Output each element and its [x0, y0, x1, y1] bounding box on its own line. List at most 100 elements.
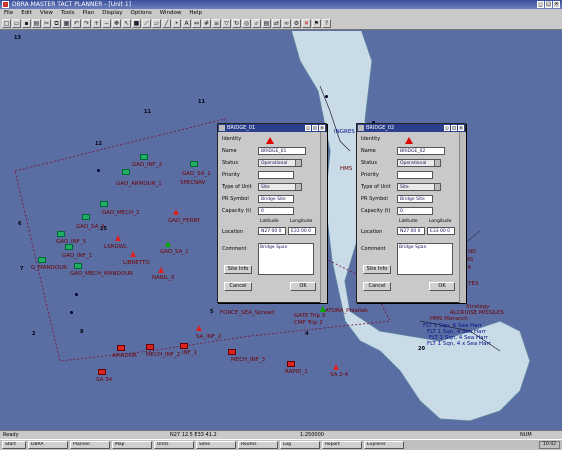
menu-file[interactable]: File: [4, 9, 13, 18]
taskbar-item[interactable]: Explorer: [364, 441, 404, 449]
pan-icon[interactable]: ✥: [112, 19, 121, 28]
unit-symbol[interactable]: [140, 154, 148, 160]
area-icon[interactable]: ▱: [152, 19, 161, 28]
status-select[interactable]: Operational: [258, 159, 302, 167]
paste-icon[interactable]: ▦: [62, 19, 71, 28]
unit-symbol[interactable]: [65, 244, 73, 250]
flag-icon[interactable]: ⚑: [312, 19, 321, 28]
save-icon[interactable]: ▪: [22, 19, 31, 28]
menu-edit[interactable]: Edit: [21, 9, 32, 18]
unit-properties-dialog-right[interactable]: BRIDGE_02 _ □ × Identity Name BRIDGE_02 …: [356, 123, 466, 303]
site-info-button[interactable]: Site Info: [363, 265, 391, 274]
menu-help[interactable]: Help: [189, 9, 202, 18]
map-point[interactable]: [70, 311, 73, 314]
unit-symbol[interactable]: [287, 361, 295, 367]
copy-icon[interactable]: ⧉: [52, 19, 61, 28]
unit-symbol[interactable]: [98, 369, 106, 375]
unit-label[interactable]: FLT 1 Sqn, 4 x Sea Harr: [427, 341, 491, 347]
unit-label[interactable]: GAO_SA_1: [160, 249, 189, 255]
unit-label[interactable]: RAPID_1: [285, 369, 308, 375]
window-title-bar[interactable]: DBRA MASTER TACT PLANNER - [Unit 1] _ □ …: [0, 0, 562, 9]
unit-label[interactable]: GAO_SA_1: [182, 171, 211, 177]
unit-label[interactable]: SPECNAV: [180, 180, 205, 186]
unit-label[interactable]: LSRGWL: [104, 244, 127, 250]
unit-label[interactable]: HMS: [340, 166, 352, 172]
line-icon[interactable]: ╱: [162, 19, 171, 28]
taskbar-item[interactable]: Report: [322, 441, 362, 449]
menu-window[interactable]: Window: [160, 9, 182, 18]
filter-icon[interactable]: ▽: [222, 19, 231, 28]
taskbar-item[interactable]: Sites: [196, 441, 236, 449]
dialog-title-bar[interactable]: BRIDGE_01 _ □ ×: [218, 124, 326, 132]
map-point[interactable]: [75, 293, 78, 296]
unit-symbol[interactable]: [190, 161, 198, 167]
maximize-button[interactable]: □: [545, 1, 552, 8]
measure-icon[interactable]: ⇔: [192, 19, 201, 28]
settings-icon[interactable]: ⚙: [292, 19, 301, 28]
unit-label[interactable]: LIBRETTO: [123, 260, 150, 266]
unit-label[interactable]: INGRES: [334, 129, 355, 135]
ok-button[interactable]: OK: [429, 282, 455, 291]
name-field[interactable]: BRIDGE_02: [397, 147, 445, 155]
unit-triangle[interactable]: [165, 241, 171, 247]
unit-label[interactable]: GAO_ARMOUR_1: [116, 181, 162, 187]
menu-view[interactable]: View: [40, 9, 53, 18]
unit-symbol[interactable]: [57, 231, 65, 237]
delete-icon[interactable]: ✕: [302, 19, 311, 28]
latitude-field[interactable]: N27 00 0: [258, 227, 286, 235]
unit-symbol[interactable]: [117, 345, 125, 351]
new-icon[interactable]: □: [2, 19, 11, 28]
refresh-icon[interactable]: ↻: [232, 19, 241, 28]
unit-symbol[interactable]: [100, 201, 108, 207]
unit-label[interactable]: APIADOR: [112, 353, 137, 359]
taskbar-item[interactable]: Log: [280, 441, 320, 449]
unit-label[interactable]: CMF Trip 2: [294, 320, 323, 326]
cut-icon[interactable]: ✂: [42, 19, 51, 28]
symbol-field[interactable]: Bridge Site: [397, 195, 433, 203]
zoom-in-icon[interactable]: +: [92, 19, 101, 28]
unit-symbol[interactable]: [122, 169, 130, 175]
unit-icon[interactable]: ■: [132, 19, 141, 28]
print-icon[interactable]: ▤: [32, 19, 41, 28]
center-icon[interactable]: ◎: [242, 19, 251, 28]
redo-icon[interactable]: ↷: [82, 19, 91, 28]
unit-label[interactable]: NABIL_II: [152, 275, 174, 281]
longitude-field[interactable]: E33 00 0: [427, 227, 455, 235]
unit-label[interactable]: G_MANDOUR: [31, 265, 67, 271]
minimize-button[interactable]: _: [537, 1, 544, 8]
open-icon[interactable]: ▭: [12, 19, 21, 28]
taskbar-item[interactable]: Map: [112, 441, 152, 449]
taskbar-item[interactable]: Units: [154, 441, 194, 449]
help-icon[interactable]: ?: [322, 19, 331, 28]
undo-icon[interactable]: ↶: [72, 19, 81, 28]
priority-field[interactable]: [258, 171, 294, 179]
point-icon[interactable]: •: [172, 19, 181, 28]
link-icon[interactable]: ∞: [282, 19, 291, 28]
unit-symbol[interactable]: [180, 343, 188, 349]
capacity-field[interactable]: 0: [397, 207, 433, 215]
unit-symbol[interactable]: [228, 349, 236, 355]
unit-label[interactable]: FORCE_SEA_Spread: [220, 310, 274, 316]
type-select[interactable]: Site: [258, 183, 302, 191]
dialog-minimize-button[interactable]: _: [305, 125, 311, 131]
find-icon[interactable]: ⌕: [252, 19, 261, 28]
map-point[interactable]: [325, 95, 328, 98]
cancel-button[interactable]: Cancel: [363, 282, 391, 291]
text-icon[interactable]: A: [182, 19, 191, 28]
route-icon[interactable]: ⟋: [142, 19, 151, 28]
unit-symbol[interactable]: [74, 263, 82, 269]
unit-label[interactable]: GAO_SA_2: [76, 224, 105, 230]
start-button[interactable]: Start: [2, 441, 26, 449]
menu-display[interactable]: Display: [102, 9, 122, 18]
unit-label[interactable]: GAO_MECH_2: [102, 210, 139, 216]
map-view[interactable]: 13 11 11 12 7 15 6 8 2 4 5 20 GAO_INF_2 …: [0, 31, 562, 430]
unit-label[interactable]: GAO_INF_2: [132, 162, 162, 168]
close-button[interactable]: ×: [553, 1, 560, 8]
unit-label[interactable]: SA 2-4: [330, 372, 348, 378]
dialog-close-button[interactable]: ×: [458, 125, 464, 131]
type-select[interactable]: Site: [397, 183, 441, 191]
layer-icon[interactable]: ≡: [212, 19, 221, 28]
comment-textarea[interactable]: Bridge Span: [258, 243, 314, 275]
grid-icon[interactable]: #: [202, 19, 211, 28]
report-icon[interactable]: ▤: [262, 19, 271, 28]
